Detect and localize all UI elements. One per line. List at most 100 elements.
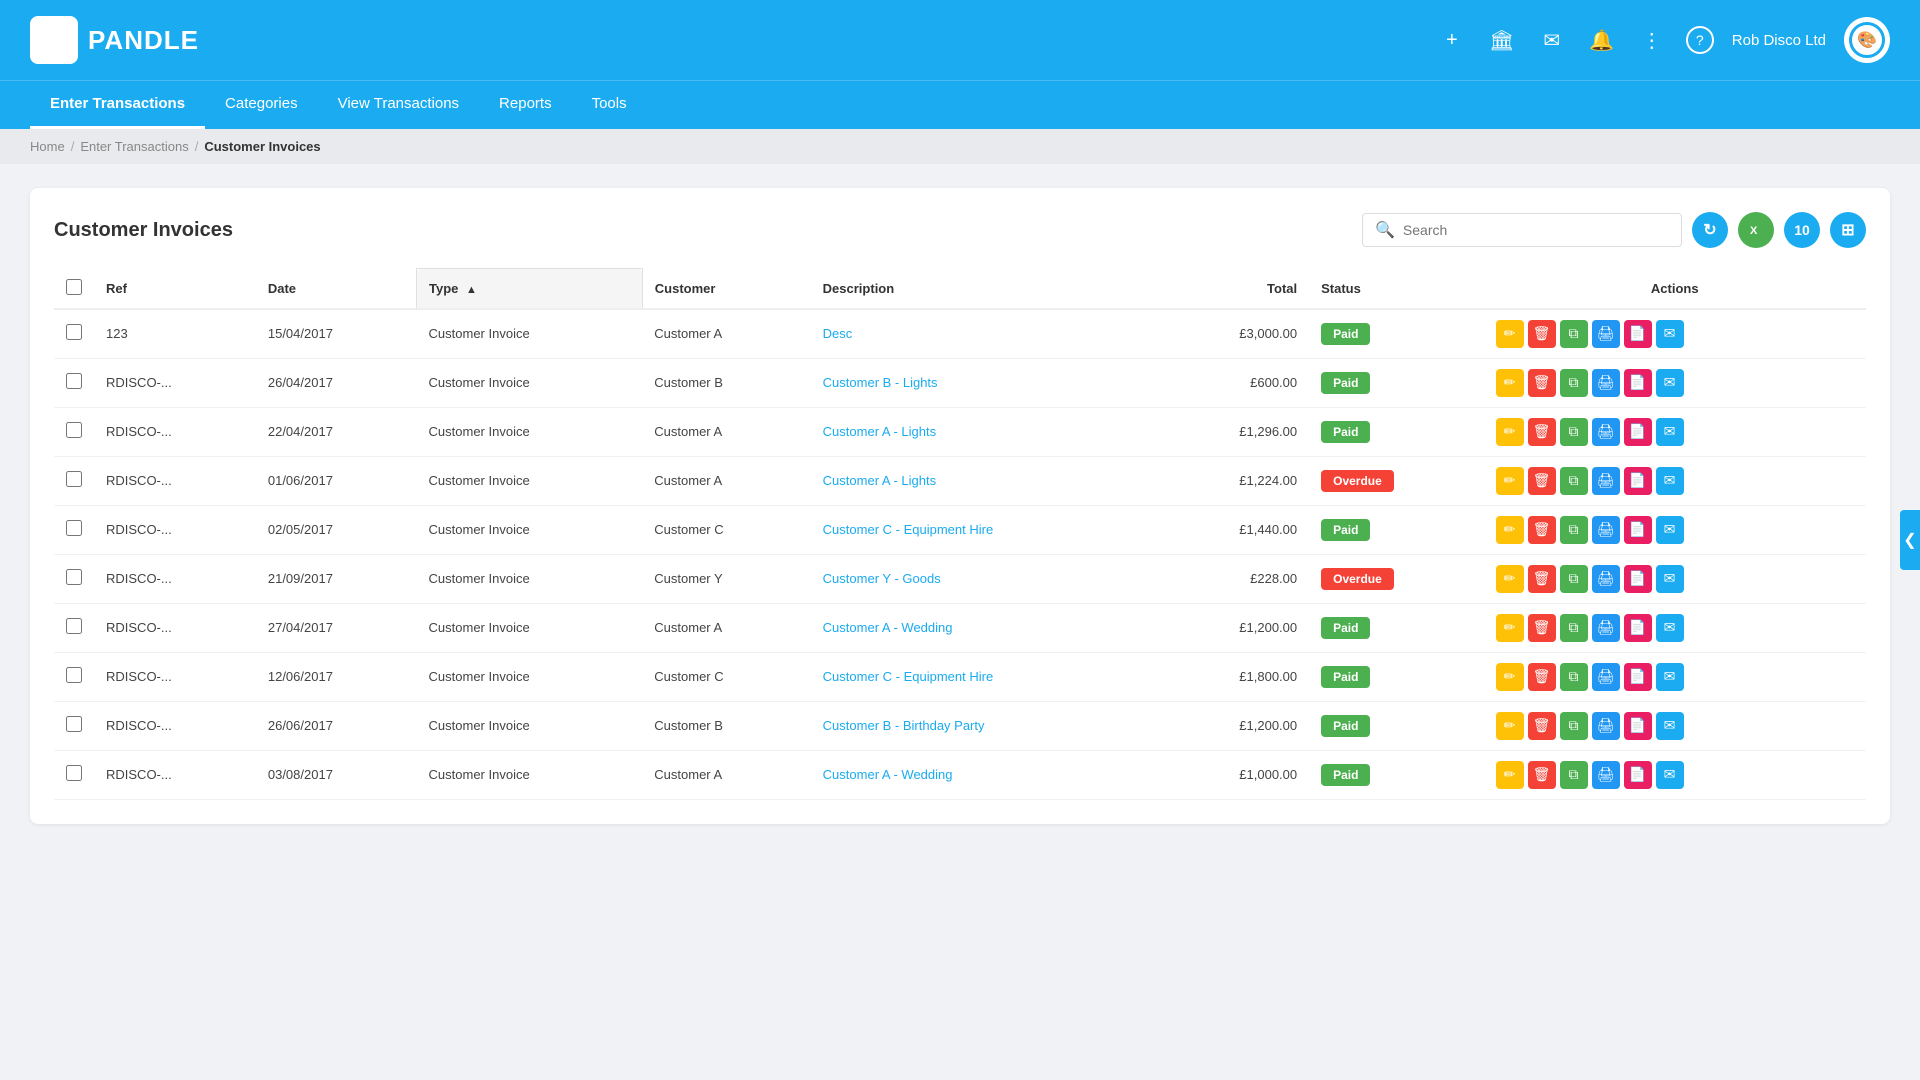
description-link[interactable]: Customer A - Lights bbox=[823, 424, 936, 439]
delete-button[interactable]: 🗑 bbox=[1528, 565, 1556, 593]
select-all-checkbox[interactable] bbox=[66, 279, 82, 295]
print-button[interactable]: 🖨 bbox=[1592, 369, 1620, 397]
description-link[interactable]: Desc bbox=[823, 326, 853, 341]
edit-button[interactable]: ✏ bbox=[1496, 614, 1524, 642]
row-checkbox[interactable] bbox=[66, 324, 82, 340]
delete-button[interactable]: 🗑 bbox=[1528, 712, 1556, 740]
edit-button[interactable]: ✏ bbox=[1496, 761, 1524, 789]
add-icon[interactable]: + bbox=[1436, 24, 1468, 56]
email-button[interactable]: ✉ bbox=[1656, 369, 1684, 397]
pdf-button[interactable]: 📄 bbox=[1624, 565, 1652, 593]
delete-button[interactable]: 🗑 bbox=[1528, 369, 1556, 397]
pdf-button[interactable]: 📄 bbox=[1624, 320, 1652, 348]
nav-categories[interactable]: Categories bbox=[205, 81, 318, 129]
delete-button[interactable]: 🗑 bbox=[1528, 467, 1556, 495]
pdf-button[interactable]: 📄 bbox=[1624, 369, 1652, 397]
description-link[interactable]: Customer C - Equipment Hire bbox=[823, 522, 994, 537]
print-button[interactable]: 🖨 bbox=[1592, 320, 1620, 348]
print-button[interactable]: 🖨 bbox=[1592, 516, 1620, 544]
nav-reports[interactable]: Reports bbox=[479, 81, 572, 129]
print-button[interactable]: 🖨 bbox=[1592, 614, 1620, 642]
print-button[interactable]: 🖨 bbox=[1592, 467, 1620, 495]
print-button[interactable]: 🖨 bbox=[1592, 565, 1620, 593]
delete-button[interactable]: 🗑 bbox=[1528, 320, 1556, 348]
copy-button[interactable]: ⧉ bbox=[1560, 565, 1588, 593]
email-button[interactable]: ✉ bbox=[1656, 712, 1684, 740]
email-button[interactable]: ✉ bbox=[1656, 418, 1684, 446]
count-button[interactable]: 10 bbox=[1784, 212, 1820, 248]
more-icon[interactable]: ⋮ bbox=[1636, 24, 1668, 56]
email-button[interactable]: ✉ bbox=[1656, 467, 1684, 495]
delete-button[interactable]: 🗑 bbox=[1528, 418, 1556, 446]
edit-button[interactable]: ✏ bbox=[1496, 418, 1524, 446]
row-checkbox[interactable] bbox=[66, 373, 82, 389]
nav-tools[interactable]: Tools bbox=[572, 81, 647, 129]
edit-button[interactable]: ✏ bbox=[1496, 320, 1524, 348]
pdf-button[interactable]: 📄 bbox=[1624, 418, 1652, 446]
copy-button[interactable]: ⧉ bbox=[1560, 369, 1588, 397]
pdf-button[interactable]: 📄 bbox=[1624, 663, 1652, 691]
right-panel-handle[interactable]: ❮ bbox=[1900, 510, 1920, 570]
bank-icon[interactable]: 🏛 bbox=[1486, 24, 1518, 56]
row-checkbox[interactable] bbox=[66, 667, 82, 683]
row-checkbox[interactable] bbox=[66, 569, 82, 585]
delete-button[interactable]: 🗑 bbox=[1528, 761, 1556, 789]
email-button[interactable]: ✉ bbox=[1656, 516, 1684, 544]
breadcrumb-parent[interactable]: Enter Transactions bbox=[80, 139, 188, 154]
description-link[interactable]: Customer A - Wedding bbox=[823, 767, 953, 782]
pdf-button[interactable]: 📄 bbox=[1624, 614, 1652, 642]
delete-button[interactable]: 🗑 bbox=[1528, 516, 1556, 544]
copy-button[interactable]: ⧉ bbox=[1560, 663, 1588, 691]
print-button[interactable]: 🖨 bbox=[1592, 663, 1620, 691]
delete-button[interactable]: 🗑 bbox=[1528, 614, 1556, 642]
copy-button[interactable]: ⧉ bbox=[1560, 320, 1588, 348]
description-link[interactable]: Customer Y - Goods bbox=[823, 571, 941, 586]
avatar-button[interactable]: 🎨 bbox=[1844, 17, 1890, 63]
email-button[interactable]: ✉ bbox=[1656, 565, 1684, 593]
excel-button[interactable]: X bbox=[1738, 212, 1774, 248]
copy-button[interactable]: ⧉ bbox=[1560, 516, 1588, 544]
copy-button[interactable]: ⧉ bbox=[1560, 614, 1588, 642]
copy-button[interactable]: ⧉ bbox=[1560, 418, 1588, 446]
description-link[interactable]: Customer B - Birthday Party bbox=[823, 718, 985, 733]
grid-button[interactable]: ⊞ bbox=[1830, 212, 1866, 248]
row-checkbox[interactable] bbox=[66, 716, 82, 732]
mail-icon[interactable]: ✉ bbox=[1536, 24, 1568, 56]
email-button[interactable]: ✉ bbox=[1656, 663, 1684, 691]
copy-button[interactable]: ⧉ bbox=[1560, 761, 1588, 789]
breadcrumb-home[interactable]: Home bbox=[30, 139, 65, 154]
row-checkbox[interactable] bbox=[66, 422, 82, 438]
email-button[interactable]: ✉ bbox=[1656, 320, 1684, 348]
pdf-button[interactable]: 📄 bbox=[1624, 467, 1652, 495]
edit-button[interactable]: ✏ bbox=[1496, 712, 1524, 740]
edit-button[interactable]: ✏ bbox=[1496, 663, 1524, 691]
col-type[interactable]: Type ▲ bbox=[417, 269, 643, 309]
pdf-button[interactable]: 📄 bbox=[1624, 516, 1652, 544]
search-input[interactable] bbox=[1403, 222, 1669, 238]
pdf-button[interactable]: 📄 bbox=[1624, 761, 1652, 789]
description-link[interactable]: Customer A - Wedding bbox=[823, 620, 953, 635]
print-button[interactable]: 🖨 bbox=[1592, 761, 1620, 789]
print-button[interactable]: 🖨 bbox=[1592, 712, 1620, 740]
delete-button[interactable]: 🗑 bbox=[1528, 663, 1556, 691]
nav-enter-transactions[interactable]: Enter Transactions bbox=[30, 81, 205, 129]
edit-button[interactable]: ✏ bbox=[1496, 369, 1524, 397]
pdf-button[interactable]: 📄 bbox=[1624, 712, 1652, 740]
edit-button[interactable]: ✏ bbox=[1496, 516, 1524, 544]
row-checkbox[interactable] bbox=[66, 471, 82, 487]
help-icon[interactable]: ? bbox=[1686, 26, 1714, 54]
refresh-button[interactable]: ↻ bbox=[1692, 212, 1728, 248]
row-checkbox[interactable] bbox=[66, 618, 82, 634]
nav-view-transactions[interactable]: View Transactions bbox=[318, 81, 479, 129]
copy-button[interactable]: ⧉ bbox=[1560, 467, 1588, 495]
row-checkbox[interactable] bbox=[66, 765, 82, 781]
print-button[interactable]: 🖨 bbox=[1592, 418, 1620, 446]
copy-button[interactable]: ⧉ bbox=[1560, 712, 1588, 740]
description-link[interactable]: Customer C - Equipment Hire bbox=[823, 669, 994, 684]
edit-button[interactable]: ✏ bbox=[1496, 565, 1524, 593]
description-link[interactable]: Customer A - Lights bbox=[823, 473, 936, 488]
edit-button[interactable]: ✏ bbox=[1496, 467, 1524, 495]
row-checkbox[interactable] bbox=[66, 520, 82, 536]
email-button[interactable]: ✉ bbox=[1656, 614, 1684, 642]
email-button[interactable]: ✉ bbox=[1656, 761, 1684, 789]
